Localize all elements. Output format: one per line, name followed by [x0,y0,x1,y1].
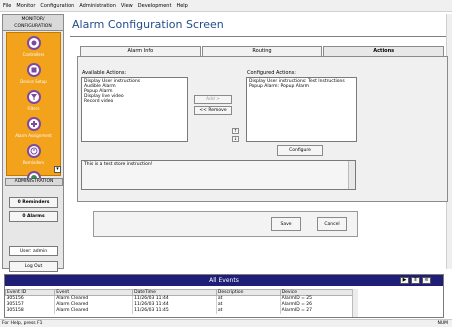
nav-label-filters: Filters [27,106,40,111]
instructions-scrollbar[interactable] [348,161,355,189]
user-label: User: admin [9,246,58,256]
remove-action-button[interactable]: << Remove [194,106,232,115]
cell-datetime: 11/26/03 11:45 [132,307,217,314]
menu-file[interactable]: File [3,3,11,9]
left-panel: MONITOR/ CONFIGURATION Controllers Devic… [2,14,64,272]
list-item[interactable]: Popup Alarm: Popup Alarm [249,84,354,89]
cell-event-id: 305158 [5,307,56,314]
nav-item-filters[interactable]: Filters [7,87,60,114]
nav-label-controllers: Controllers [22,52,45,57]
cell-device: AlarmID = 27 [280,307,356,314]
controller-icon [26,36,41,50]
menu-bar: File Monitor Configuration Administratio… [0,0,452,12]
filter-events-icon[interactable]: ≋ [422,277,431,284]
nav-item-reminders[interactable]: Reminders [7,141,60,168]
add-action-button[interactable]: Add > [194,95,232,104]
filter-icon [26,90,41,104]
status-num-indicator: NUM [437,321,448,326]
status-bar: For Help, press F1 NUM [0,319,452,327]
status-help-text: For Help, press F1 [2,321,43,326]
available-actions-label: Available Actions: [82,70,127,76]
reminder-icon [26,144,41,158]
tab-routing[interactable]: Routing [201,46,323,56]
tab-bar: Alarm Info Routing Actions [80,46,445,56]
administration-header[interactable]: ADMINISTRATION [5,178,63,186]
menu-help[interactable]: Help [176,3,187,9]
reminders-button[interactable]: 0 Reminders [9,197,58,208]
events-title: All Events [5,275,443,286]
nav-panel: Controllers Device Setup Filters Alarm A… [6,32,61,185]
tab-alarm-info[interactable]: Alarm Info [80,46,201,56]
logout-button[interactable]: Log Out [9,261,58,272]
configure-button[interactable]: Configure [277,145,323,156]
events-scrollbar[interactable] [352,289,358,317]
nav-item-device-setup[interactable]: Device Setup [7,60,60,87]
tab-actions[interactable]: Actions [323,46,445,56]
nav-item-alarm-assignment[interactable]: Alarm Assignment [7,114,60,141]
cell-event: Alarm Cleared [54,307,134,314]
list-item[interactable]: Record video [84,99,185,104]
alarm-assignment-icon [26,117,41,131]
nav-label-alarm-assignment: Alarm Assignment [15,133,52,138]
menu-view[interactable]: View [121,3,133,9]
events-table: Event ID Event DateTime Description Devi… [4,289,356,314]
nav-item-controllers[interactable]: Controllers [7,33,60,60]
alarms-button[interactable]: 0 Alarms [9,211,58,222]
nav-label-device-setup: Device Setup [20,79,47,84]
cancel-button[interactable]: Cancel [317,217,347,231]
configured-actions-label: Configured Actions: [247,70,296,76]
menu-monitor[interactable]: Monitor [16,3,35,9]
menu-administration[interactable]: Administration [79,3,116,9]
monitor-configuration-header: MONITOR/ CONFIGURATION [3,15,63,31]
move-up-button[interactable]: ↑ [232,128,239,134]
menu-configuration[interactable]: Configuration [40,3,74,9]
save-button[interactable]: Save [271,217,301,231]
instructions-textbox[interactable]: This is a test store instruction! [81,160,356,190]
nav-label-reminders: Reminders [22,160,45,165]
instructions-text: This is a test store instruction! [84,162,153,167]
nav-scroll-down-button[interactable]: ▾ [54,166,61,173]
events-empty-area [359,289,443,317]
pause-icon[interactable]: Ⅱ [411,277,420,284]
available-actions-list[interactable]: Display User instructions Audible Alarm … [81,77,188,142]
title-divider [70,36,450,37]
cell-description: at [216,307,281,314]
play-icon[interactable]: ▶ [400,277,409,284]
table-row[interactable]: 305158 Alarm Cleared 11/26/03 11:45 at A… [5,307,356,314]
device-setup-icon [26,63,41,77]
page-title: Alarm Configuration Screen [72,18,224,31]
move-down-button[interactable]: ↓ [232,136,239,142]
menu-development[interactable]: Development [138,3,172,9]
configured-actions-list[interactable]: Display User instructions: Test Instruct… [246,77,357,142]
